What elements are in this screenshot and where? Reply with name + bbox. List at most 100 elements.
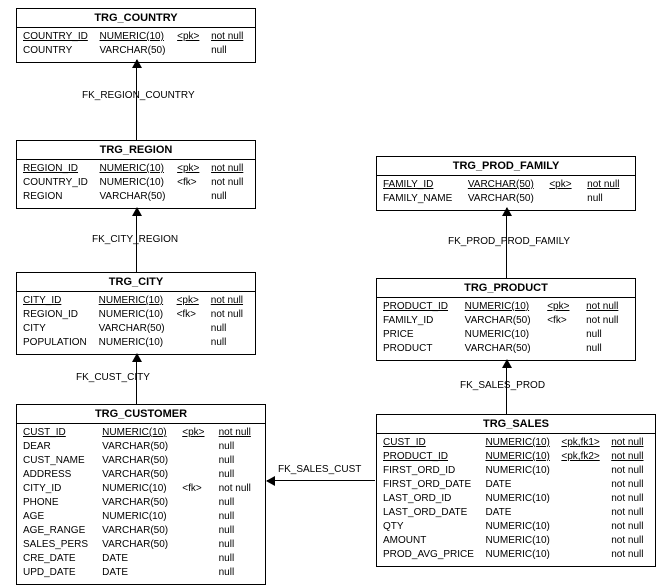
column-key: <pk> [547,300,580,314]
column-type: NUMERIC(10) [485,520,555,534]
column-nullability: not null [586,300,629,314]
entity-trg-country: TRG_COUNTRY COUNTRY_IDNUMERIC(10)<pk>not… [16,8,256,63]
entity-columns: REGION_IDNUMERIC(10)<pk>not nullCOUNTRY_… [17,160,255,208]
column-nullability: not null [611,450,649,464]
column-nullability: not null [611,520,649,534]
column-type: VARCHAR(50) [100,44,172,58]
fk-label-region-country: FK_REGION_COUNTRY [82,90,195,101]
column-nullability: null [219,496,259,510]
entity-columns: PRODUCT_IDNUMERIC(10)<pk>not nullFAMILY_… [377,298,635,360]
column-type: VARCHAR(50) [102,538,176,552]
entity-trg-product: TRG_PRODUCT PRODUCT_IDNUMERIC(10)<pk>not… [376,278,636,361]
column-type: NUMERIC(10) [100,30,172,44]
fk-label-city-region: FK_CITY_REGION [92,234,178,245]
entity-title: TRG_REGION [17,141,255,160]
entity-columns: CITY_IDNUMERIC(10)<pk>not nullREGION_IDN… [17,292,255,354]
column-name: CITY [23,322,93,336]
column-nullability: null [219,468,259,482]
column-type: VARCHAR(50) [468,192,544,206]
column-type: NUMERIC(10) [485,534,555,548]
column-key: <fk> [182,482,212,496]
column-nullability: null [219,440,259,454]
column-name: ADDRESS [23,468,96,482]
column-name: REGION [23,190,94,204]
column-nullability: null [587,192,629,206]
column-name: CUST_NAME [23,454,96,468]
column-name: PRICE [383,328,459,342]
column-nullability: not null [611,506,649,520]
column-key: <pk> [177,294,205,308]
column-name: AGE [23,510,96,524]
column-nullability: not null [611,436,649,450]
arrowhead-left-icon [266,476,275,486]
column-nullability: not null [611,464,649,478]
column-type: VARCHAR(50) [100,190,172,204]
column-type: VARCHAR(50) [468,178,544,192]
column-name: QTY [383,520,479,534]
column-key: <pk> [549,178,581,192]
column-nullability: null [586,342,629,356]
column-type: NUMERIC(10) [485,492,555,506]
column-type: NUMERIC(10) [99,308,171,322]
entity-trg-prod-family: TRG_PROD_FAMILY FAMILY_ID VARCHAR(50) <pk>… [376,156,636,211]
entity-title: TRG_COUNTRY [17,9,255,28]
column-type: NUMERIC(10) [99,294,171,308]
column-name: UPD_DATE [23,566,96,580]
column-type: VARCHAR(50) [465,314,542,328]
column-type: DATE [485,506,555,520]
column-nullability: null [211,44,249,58]
column-type: VARCHAR(50) [102,468,176,482]
column-name: FIRST_ORD_DATE [383,478,479,492]
fk-label-prod-family: FK_PROD_PROD_FAMILY [448,236,570,247]
column-name: POPULATION [23,336,93,350]
column-type: VARCHAR(50) [102,440,176,454]
column-name: PROD_AVG_PRICE [383,548,479,562]
column-key: <fk> [177,176,205,190]
entity-columns: COUNTRY_IDNUMERIC(10)<pk>not nullCOUNTRY… [17,28,255,62]
entity-title: TRG_SALES [377,415,655,434]
column-name: FAMILY_ID [383,178,462,192]
column-nullability: not null [219,482,259,496]
column-type: NUMERIC(10) [465,300,542,314]
column-nullability: not null [611,478,649,492]
entity-columns: CUST_IDNUMERIC(10)<pk>not nullDEARVARCHA… [17,424,265,584]
entity-trg-city: TRG_CITY CITY_IDNUMERIC(10)<pk>not nullR… [16,272,256,355]
column-name: CRE_DATE [23,552,96,566]
column-type: VARCHAR(50) [465,342,542,356]
entity-title: TRG_CITY [17,273,255,292]
column-name: DEAR [23,440,96,454]
column-nullability: not null [211,294,249,308]
column-type: DATE [485,478,555,492]
column-nullability: null [211,190,249,204]
column-type: VARCHAR(50) [102,454,176,468]
column-key: <fk> [547,314,580,328]
column-nullability: not null [211,308,249,322]
column-nullability: null [219,552,259,566]
column-nullability: null [219,524,259,538]
column-nullability: not null [611,548,649,562]
column-type: NUMERIC(10) [465,328,542,342]
column-type: VARCHAR(50) [102,496,176,510]
column-key: <pk> [182,426,212,440]
fk-label-cust-city: FK_CUST_CITY [76,372,150,383]
column-name: CUST_ID [383,436,479,450]
entity-title: TRG_PROD_FAMILY [377,157,635,176]
entity-title: TRG_CUSTOMER [17,405,265,424]
column-nullability: not null [211,162,249,176]
column-name: CITY_ID [23,482,96,496]
column-key: <pk,fk1> [561,436,605,450]
column-name: AMOUNT [383,534,479,548]
column-type: NUMERIC(10) [102,426,176,440]
column-type: DATE [102,566,176,580]
entity-trg-customer: TRG_CUSTOMER CUST_IDNUMERIC(10)<pk>not n… [16,404,266,585]
fk-label-sales-prod: FK_SALES_PROD [460,380,545,391]
column-name: PRODUCT [383,342,459,356]
column-type: NUMERIC(10) [485,548,555,562]
entity-trg-region: TRG_REGION REGION_IDNUMERIC(10)<pk>not n… [16,140,256,209]
column-nullability: null [211,322,249,336]
column-name: LAST_ORD_DATE [383,506,479,520]
column-nullability: not null [211,176,249,190]
column-type: VARCHAR(50) [102,524,176,538]
column-name: PHONE [23,496,96,510]
column-nullability: null [219,510,259,524]
